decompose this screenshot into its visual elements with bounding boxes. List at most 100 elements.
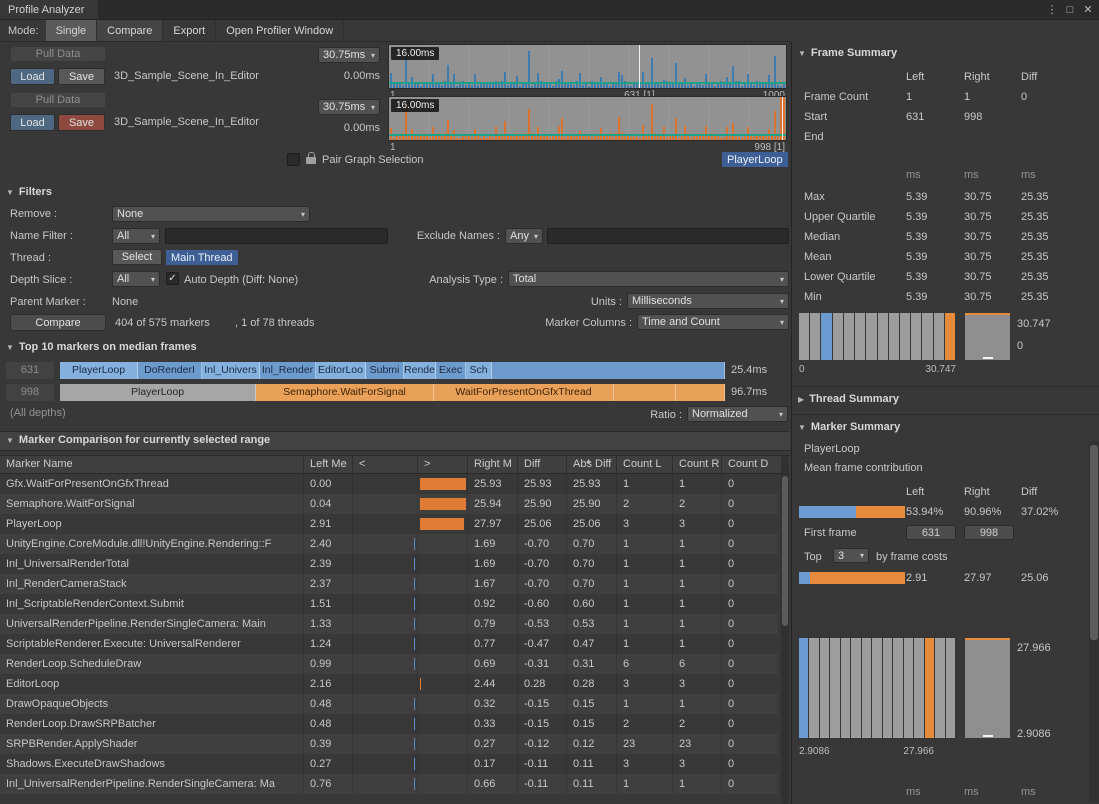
exclude-mode-dropdown[interactable]: Any ▾ — [505, 228, 543, 244]
table-scrollbar-thumb[interactable] — [782, 476, 788, 626]
column-left-mean[interactable]: Left Me — [303, 456, 352, 473]
column-abs-diff[interactable]: ▲ Abs Diff — [566, 456, 616, 473]
open-profiler-button[interactable]: Open Profiler Window — [216, 20, 344, 41]
graph-bar — [393, 138, 395, 140]
column-count-right[interactable]: Count R — [672, 456, 721, 473]
table-row[interactable]: Shadows.ExecuteDrawShadows0.270.17-0.110… — [0, 754, 778, 774]
save-button-right[interactable]: Save — [58, 114, 105, 131]
analysis-type-dropdown[interactable]: Total ▾ — [508, 271, 789, 287]
graph-bar — [759, 136, 761, 140]
top-n-dropdown[interactable]: 3 ▾ — [833, 548, 869, 563]
first-frame-right-button[interactable]: 998 — [964, 525, 1014, 540]
graph-max-dropdown-left[interactable]: 30.75ms ▾ — [318, 47, 380, 63]
column-left-bar[interactable]: < — [352, 456, 417, 473]
units-dropdown[interactable]: Milliseconds ▾ — [627, 293, 789, 309]
top10-header[interactable]: ▼ Top 10 markers on median frames — [6, 341, 197, 353]
panel-scrollbar-thumb[interactable] — [1090, 445, 1098, 640]
marker-segment[interactable] — [492, 362, 725, 379]
mode-single-button[interactable]: Single — [46, 20, 98, 41]
frame-time-graph-left[interactable]: 16.00ms — [388, 44, 787, 89]
remove-dropdown[interactable]: None ▾ — [112, 206, 310, 222]
marker-segment[interactable]: DoRenderI — [138, 362, 202, 379]
first-frame-left-button[interactable]: 631 — [906, 525, 956, 540]
pull-data-button-right[interactable]: Pull Data — [10, 92, 106, 108]
frame-summary-header[interactable]: ▼ Frame Summary — [798, 47, 897, 59]
marker-segment[interactable]: PlayerLoop — [60, 362, 138, 379]
auto-depth-checkbox[interactable]: ✓ — [166, 272, 179, 285]
table-row[interactable]: Inl_RenderCameraStack2.371.67-0.700.7011… — [0, 574, 778, 594]
column-count-diff[interactable]: Count D — [721, 456, 778, 473]
table-row[interactable]: PlayerLoop2.9127.9725.0625.06330 — [0, 514, 778, 534]
marker-segment[interactable]: EditorLoo — [316, 362, 366, 379]
load-button-right[interactable]: Load — [10, 114, 55, 131]
maximize-icon[interactable]: □ — [1061, 0, 1079, 19]
table-row[interactable]: UniversalRenderPipeline.RenderSingleCame… — [0, 614, 778, 634]
table-row[interactable]: RenderLoop.DrawSRPBatcher0.480.33-0.150.… — [0, 714, 778, 734]
table-row[interactable]: SRPBRender.ApplyShader0.390.27-0.120.122… — [0, 734, 778, 754]
comparison-header[interactable]: ▼ Marker Comparison for currently select… — [6, 434, 790, 446]
exclude-names-input[interactable] — [547, 228, 789, 244]
column-diff[interactable]: Diff — [517, 456, 566, 473]
frame-summary-histogram[interactable] — [799, 313, 956, 360]
depth-slice-dropdown[interactable]: All ▾ — [112, 271, 160, 287]
marker-segment[interactable]: PlayerLoop — [60, 384, 256, 401]
ratio-dropdown[interactable]: Normalized ▾ — [687, 406, 788, 422]
panel-scrollbar[interactable] — [1089, 441, 1099, 802]
graph-bar — [570, 83, 572, 88]
table-row[interactable]: ScriptableRenderer.Execute: UniversalRen… — [0, 634, 778, 654]
pull-data-button-left[interactable]: Pull Data — [10, 46, 106, 62]
frame-number-badge[interactable]: 631 — [6, 362, 54, 379]
window-tab[interactable]: Profile Analyzer — [0, 0, 98, 19]
save-button-left[interactable]: Save — [58, 68, 105, 85]
table-row[interactable]: Inl_UniversalRenderPipeline.RenderSingle… — [0, 774, 778, 794]
boxplot-min-line — [983, 735, 993, 737]
column-marker-name[interactable]: Marker Name — [0, 456, 303, 473]
histogram-bucket — [889, 313, 899, 360]
table-row[interactable]: Inl_UniversalRenderTotal2.391.69-0.700.7… — [0, 554, 778, 574]
thread-summary-header[interactable]: ▶ Thread Summary — [798, 393, 899, 405]
thread-select-button[interactable]: Select — [112, 249, 162, 265]
table-row[interactable]: Semaphore.WaitForSignal0.0425.9425.9025.… — [0, 494, 778, 514]
pair-graph-selection-checkbox[interactable] — [287, 153, 300, 166]
column-right-mean[interactable]: Right M — [467, 456, 517, 473]
load-button-left[interactable]: Load — [10, 68, 55, 85]
marker-segment[interactable]: Inl_Render — [260, 362, 316, 379]
frame-time-graph-right[interactable]: 16.00ms — [388, 96, 787, 141]
column-count-left[interactable]: Count L — [616, 456, 672, 473]
marker-segment[interactable]: Exec — [436, 362, 466, 379]
frame-number-badge[interactable]: 998 — [6, 384, 54, 401]
table-row[interactable]: DrawOpaqueObjects0.480.32-0.150.15110 — [0, 694, 778, 714]
marker-summary-header[interactable]: ▼ Marker Summary — [798, 421, 900, 433]
name-filter-mode-dropdown[interactable]: All ▾ — [112, 228, 160, 244]
compare-button[interactable]: Compare — [10, 314, 106, 331]
table-scrollbar[interactable] — [781, 456, 789, 804]
histogram-bucket — [799, 313, 809, 360]
thread-value-chip[interactable]: Main Thread — [166, 250, 238, 265]
name-filter-input[interactable] — [165, 228, 388, 244]
table-row[interactable]: Gfx.WaitForPresentOnGfxThread0.0025.9325… — [0, 474, 778, 494]
marker-segment[interactable]: Rende — [404, 362, 436, 379]
graph-bar — [678, 84, 680, 88]
export-button[interactable]: Export — [163, 20, 216, 41]
table-row[interactable]: RenderLoop.ScheduleDraw0.990.69-0.310.31… — [0, 654, 778, 674]
marker-segment[interactable]: Inl_Univers — [202, 362, 260, 379]
summary-row: Max5.3930.7525.35 — [792, 187, 1099, 207]
table-row[interactable]: UnityEngine.CoreModule.dll!UnityEngine.R… — [0, 534, 778, 554]
marker-columns-dropdown[interactable]: Time and Count ▾ — [637, 314, 789, 330]
selected-marker-chip[interactable]: PlayerLoop — [722, 152, 788, 167]
table-row[interactable]: EditorLoop2.162.440.280.28330 — [0, 674, 778, 694]
marker-segment[interactable]: Sch — [466, 362, 492, 379]
close-icon[interactable]: ✕ — [1079, 0, 1097, 19]
marker-segment[interactable]: Semaphore.WaitForSignal — [256, 384, 434, 401]
marker-segment[interactable]: WaitForPresentOnGfxThread — [434, 384, 614, 401]
table-row[interactable]: Inl_ScriptableRenderContext.Submit1.510.… — [0, 594, 778, 614]
kebab-menu-icon[interactable]: ⋮ — [1043, 0, 1061, 19]
marker-segment[interactable] — [676, 384, 725, 401]
marker-segment[interactable]: Submi — [366, 362, 404, 379]
filters-header[interactable]: ▼ Filters — [6, 186, 52, 198]
marker-segment[interactable] — [614, 384, 676, 401]
mode-compare-button[interactable]: Compare — [97, 20, 163, 41]
column-right-bar[interactable]: > — [417, 456, 467, 473]
graph-max-dropdown-right[interactable]: 30.75ms ▾ — [318, 99, 380, 115]
marker-summary-histogram[interactable] — [799, 638, 956, 738]
